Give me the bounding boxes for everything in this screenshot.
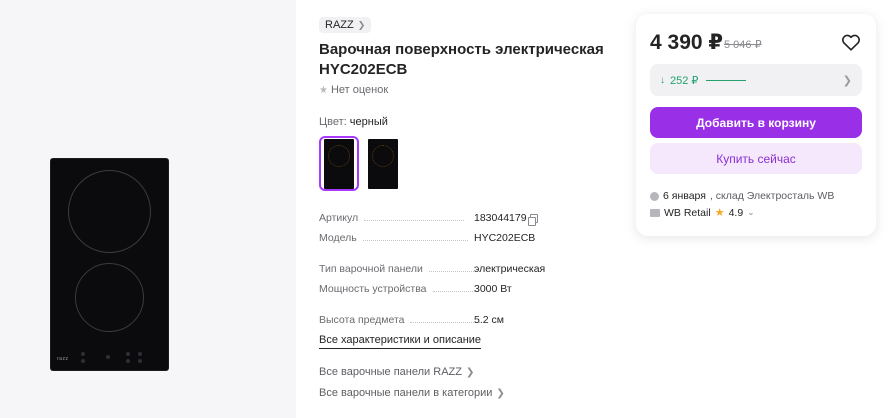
buy-now-button[interactable]: Купить сейчас bbox=[650, 143, 862, 174]
article-number: 183044179 bbox=[474, 212, 527, 224]
star-icon: ★ bbox=[714, 207, 725, 219]
all-characteristics-link[interactable]: Все характеристики и описание bbox=[319, 334, 482, 349]
spec-value: электрическая bbox=[474, 263, 546, 275]
color-value: черный bbox=[349, 116, 388, 128]
spec-value: 183044179 bbox=[474, 212, 538, 226]
seller-rating: 4.9 bbox=[728, 206, 744, 219]
chevron-right-icon: ❯ bbox=[496, 387, 505, 399]
rating-text: Нет оценок bbox=[330, 84, 389, 96]
hob-logo-text: razz bbox=[57, 356, 69, 362]
spec-key: Тип варочной панели bbox=[319, 263, 423, 275]
spec-row-article: Артикул 183044179 bbox=[319, 212, 609, 226]
spec-row-height: Высота предмета 5.2 см bbox=[319, 314, 609, 328]
spec-key: Модель bbox=[319, 232, 357, 244]
spec-row-panel-type: Тип варочной панели электрическая bbox=[319, 263, 609, 277]
shop-icon bbox=[650, 208, 660, 217]
hob-control bbox=[106, 355, 110, 359]
rating-summary[interactable]: ★ Нет оценок bbox=[319, 84, 388, 96]
color-swatch-selected[interactable] bbox=[319, 136, 359, 191]
delivery-icon bbox=[650, 191, 659, 201]
category-panels-label: Все варочные панели в категории bbox=[319, 387, 493, 399]
spec-key: Высота предмета bbox=[319, 314, 405, 326]
cooking-zone-bottom bbox=[75, 263, 144, 332]
wallet-divider bbox=[706, 79, 747, 81]
product-page: razz RAZZ ❯ Варочная поверхность электри… bbox=[0, 0, 895, 418]
price-card: 4 390 ₽ 5 046 ₽ ↓ 252 ₽ ❯ Добавить в кор… bbox=[636, 14, 876, 236]
delivery-date: 6 января bbox=[663, 190, 706, 202]
spec-value: 3000 Вт bbox=[474, 283, 512, 295]
brand-panels-label: Все варочные панели RAZZ bbox=[319, 366, 462, 378]
product-title: Варочная поверхность электрическая HYC20… bbox=[319, 41, 604, 78]
color-label-key: Цвет: bbox=[319, 116, 347, 128]
hob-control bbox=[81, 352, 85, 356]
spec-value: 5.2 см bbox=[474, 314, 504, 326]
seller-info[interactable]: WB Retail ★ 4.9 ⌄ bbox=[650, 206, 755, 219]
copy-icon[interactable] bbox=[527, 213, 538, 226]
hob-control bbox=[81, 359, 85, 363]
brand-panels-link[interactable]: Все варочные панели RAZZ ❯ bbox=[319, 366, 474, 378]
chevron-right-icon: ❯ bbox=[357, 20, 366, 30]
hob-control bbox=[138, 352, 142, 356]
spec-key: Артикул bbox=[319, 212, 359, 224]
chevron-right-icon: ❯ bbox=[465, 366, 475, 378]
spec-row-power: Мощность устройства 3000 Вт bbox=[319, 283, 609, 297]
star-icon: ★ bbox=[319, 84, 328, 96]
wallet-discount-value: 252 ₽ bbox=[670, 74, 699, 87]
spec-leader bbox=[410, 315, 481, 323]
arrow-down-icon: ↓ bbox=[660, 74, 665, 86]
brand-link[interactable]: RAZZ ❯ bbox=[319, 17, 372, 33]
product-image[interactable]: razz bbox=[51, 159, 168, 370]
product-image-area: razz bbox=[0, 0, 296, 418]
spec-leader bbox=[362, 233, 468, 241]
cooking-zone-top bbox=[68, 170, 151, 253]
heart-icon[interactable] bbox=[840, 31, 862, 53]
spec-row-model: Модель HYC202ECB bbox=[319, 232, 609, 246]
swatch-thumbnail bbox=[368, 138, 398, 189]
spec-leader bbox=[364, 213, 465, 221]
hob-control bbox=[126, 359, 130, 363]
delivery-warehouse: , склад Электросталь WB bbox=[709, 190, 835, 202]
spec-leader bbox=[428, 264, 474, 272]
category-panels-link[interactable]: Все варочные панели в категории ❯ bbox=[319, 387, 505, 399]
current-price: 4 390 ₽ bbox=[650, 31, 723, 54]
hob-control bbox=[138, 359, 142, 363]
spec-value: HYC202ECB bbox=[474, 232, 536, 244]
chevron-down-icon: ⌄ bbox=[747, 207, 755, 217]
spec-leader bbox=[432, 284, 475, 292]
color-label: Цвет: черный bbox=[319, 116, 388, 128]
spec-key: Мощность устройства bbox=[319, 283, 427, 295]
delivery-info: 6 января, склад Электросталь WB bbox=[650, 190, 834, 202]
brand-name: RAZZ bbox=[325, 19, 354, 31]
chevron-right-icon: ❯ bbox=[842, 74, 852, 87]
seller-name: WB Retail bbox=[664, 206, 711, 219]
old-price: 5 046 ₽ bbox=[724, 39, 762, 51]
wallet-discount-banner[interactable]: ↓ 252 ₽ ❯ bbox=[650, 64, 862, 96]
add-to-cart-button[interactable]: Добавить в корзину bbox=[650, 107, 862, 138]
swatch-thumbnail bbox=[324, 138, 354, 189]
hob-control bbox=[126, 352, 130, 356]
color-swatch[interactable] bbox=[363, 136, 403, 191]
